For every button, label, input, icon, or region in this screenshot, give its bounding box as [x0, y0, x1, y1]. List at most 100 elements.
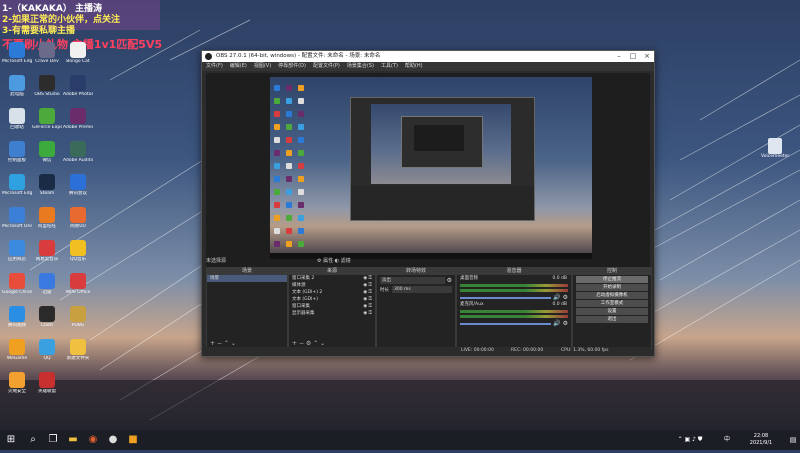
move-up-icon[interactable]: ⌃	[224, 340, 229, 347]
visibility-lock-icons[interactable]: ◉ ⚿	[363, 303, 372, 310]
desktop-icon[interactable]: Microsoft Edge	[2, 42, 32, 64]
desktop-icon[interactable]: GeForce Experience	[32, 108, 62, 130]
menu-item[interactable]: 编辑(E)	[230, 62, 247, 71]
task-view-icon[interactable]: ❐	[46, 433, 60, 447]
start-recording-button[interactable]: 开始录制	[576, 284, 648, 291]
desktop-icon[interactable]: 网易云音乐	[32, 240, 62, 262]
scene-item[interactable]: 场景	[207, 275, 287, 282]
desktop-icon[interactable]: PUBG	[63, 306, 93, 328]
file-explorer-icon[interactable]: ▬	[66, 433, 80, 447]
mic-volume-slider[interactable]	[460, 322, 552, 325]
windows-start-icon[interactable]: ⊞	[4, 433, 18, 447]
desktop-icon[interactable]: 网易UU	[63, 207, 93, 229]
source-item[interactable]: 窗口采集 ◉ ⚿	[289, 303, 375, 310]
desktop-icon[interactable]: 腾讯会议	[63, 174, 93, 196]
minimize-icon[interactable]: –	[612, 51, 626, 62]
desktop-icon[interactable]: 阿里旺旺	[32, 207, 62, 229]
menu-item[interactable]: 文件(F)	[206, 62, 223, 71]
system-tray-icons[interactable]: ⌃ ▣ ♪ ⛊	[660, 430, 720, 450]
desktop-icon[interactable]: Bongo Cat	[63, 42, 93, 64]
obs-title-bar[interactable]: OBS 27.0.1 (64-bit, windows) - 配置文件: 未命名…	[202, 51, 654, 62]
source-item[interactable]: 文本 (GDI+) ◉ ⚿	[289, 296, 375, 303]
desktop-volume-slider[interactable]	[460, 296, 552, 299]
desktop-icon[interactable]: Steam	[32, 174, 62, 196]
gear-icon[interactable]: ⚙	[317, 258, 321, 264]
menu-item[interactable]: 帮助(H)	[405, 62, 423, 71]
transition-settings-icon[interactable]: ⚙	[447, 277, 452, 284]
search-icon[interactable]: ⌕	[26, 433, 40, 447]
start-virtual-camera-button[interactable]: 启动虚拟摄像机	[576, 292, 648, 299]
add-icon[interactable]: +	[210, 340, 215, 347]
desktop-icon[interactable]: QQ	[32, 339, 62, 361]
settings-button[interactable]: 设置	[576, 308, 648, 315]
app-icon	[70, 339, 86, 355]
desktop-icon[interactable]: Adobe Audition	[63, 141, 93, 163]
visibility-lock-icons[interactable]: ◉ ⚿	[363, 310, 372, 317]
desktop-icon[interactable]: 此电脑	[2, 75, 32, 97]
speaker-icon[interactable]: 🔊	[553, 294, 560, 301]
menu-item[interactable]: 配置文件(P)	[313, 62, 340, 71]
remove-icon[interactable]: −	[299, 340, 304, 347]
settings-icon[interactable]: ⚙	[563, 294, 568, 301]
desktop-icon[interactable]: OBS Studio	[32, 75, 62, 97]
desktop-icon[interactable]: 回收站	[2, 108, 32, 130]
visibility-lock-icons[interactable]: ◉ ⚿	[363, 296, 372, 303]
stop-streaming-button[interactable]: 停止推流	[576, 276, 648, 283]
app-taskbar-icon[interactable]: ■	[126, 433, 140, 447]
settings-icon[interactable]: ⚙	[306, 340, 311, 347]
desktop-icon[interactable]: 新建文件夹	[63, 339, 93, 361]
menu-item[interactable]: 视图(V)	[254, 62, 271, 71]
desktop-icon[interactable]: Adobe Photoshop	[63, 75, 93, 97]
desktop-icon[interactable]: Microsoft OneDrive	[2, 207, 32, 229]
desktop-icon[interactable]: 火绒安全	[2, 372, 32, 394]
desktop-icon[interactable]: Clash	[32, 306, 62, 328]
visibility-lock-icons[interactable]: ◉ ⚿	[363, 282, 372, 289]
obs-window[interactable]: OBS 27.0.1 (64-bit, windows) - 配置文件: 未命名…	[201, 50, 655, 357]
settings-icon[interactable]: ⚙	[563, 320, 568, 327]
captured-desktop-icon	[286, 150, 292, 156]
desktop-icon[interactable]: Microsoft Edge	[2, 174, 32, 196]
desktop-icon[interactable]: QQ音乐	[63, 240, 93, 262]
close-icon[interactable]: ×	[640, 51, 654, 62]
desktop-icon-voicemeeter[interactable]: Voicemeeter	[761, 138, 789, 159]
remove-icon[interactable]: −	[217, 340, 222, 347]
filter-icon[interactable]: ◐	[335, 258, 339, 264]
desktop-icon[interactable]: Crave Dev	[32, 42, 62, 64]
transition-type-select[interactable]: 淡出	[380, 277, 445, 284]
move-up-icon[interactable]: ⌃	[313, 340, 318, 347]
browser-icon[interactable]: ◉	[86, 433, 100, 447]
move-down-icon[interactable]: ⌄	[320, 340, 325, 347]
source-item[interactable]: 显示器采集 ◉ ⚿	[289, 310, 375, 317]
desktop-icon[interactable]: WPS Office	[63, 273, 93, 295]
filters-label[interactable]: 滤镜	[341, 258, 351, 264]
desktop-icon[interactable]: 控制面板	[2, 141, 32, 163]
desktop-icon[interactable]: 迅雷	[32, 273, 62, 295]
desktop-icon[interactable]: 腾讯视频	[2, 306, 32, 328]
desktop-icon[interactable]: Google Chrome	[2, 273, 32, 295]
duration-input[interactable]: 300 ms	[392, 286, 452, 293]
visibility-lock-icons[interactable]: ◉ ⚿	[363, 275, 372, 282]
properties-label[interactable]: 属性	[323, 258, 333, 264]
exit-button[interactable]: 退出	[576, 316, 648, 323]
move-down-icon[interactable]: ⌄	[231, 340, 236, 347]
add-icon[interactable]: +	[292, 340, 297, 347]
menu-item[interactable]: 工具(T)	[381, 62, 398, 71]
obs-taskbar-icon[interactable]: ●	[106, 433, 120, 447]
source-item[interactable]: 文本 (GDI+) 2 ◉ ⚿	[289, 289, 375, 296]
preview-canvas[interactable]	[270, 77, 592, 259]
menu-item[interactable]: 场景集合(S)	[347, 62, 374, 71]
source-item[interactable]: 媒体源 ◉ ⚿	[289, 282, 375, 289]
menu-item[interactable]: 停靠部件(D)	[278, 62, 306, 71]
studio-mode-button[interactable]: 工作室模式	[576, 300, 648, 307]
visibility-lock-icons[interactable]: ◉ ⚿	[363, 289, 372, 296]
desktop-icon[interactable]: Adobe Premiere	[63, 108, 93, 130]
desktop-icon[interactable]: 应用商店	[2, 240, 32, 262]
input-language[interactable]: 中	[722, 430, 732, 450]
desktop-icon[interactable]: 微信	[32, 141, 62, 163]
speaker-icon[interactable]: 🔊	[553, 320, 560, 327]
desktop-icon[interactable]: WeGame	[2, 339, 32, 361]
maximize-icon[interactable]: □	[626, 51, 640, 62]
source-item[interactable]: 窗口采集 2 ◉ ⚿	[289, 275, 375, 282]
desktop-icon[interactable]: 英雄联盟	[32, 372, 62, 394]
notification-icon[interactable]: ▤	[786, 433, 800, 447]
